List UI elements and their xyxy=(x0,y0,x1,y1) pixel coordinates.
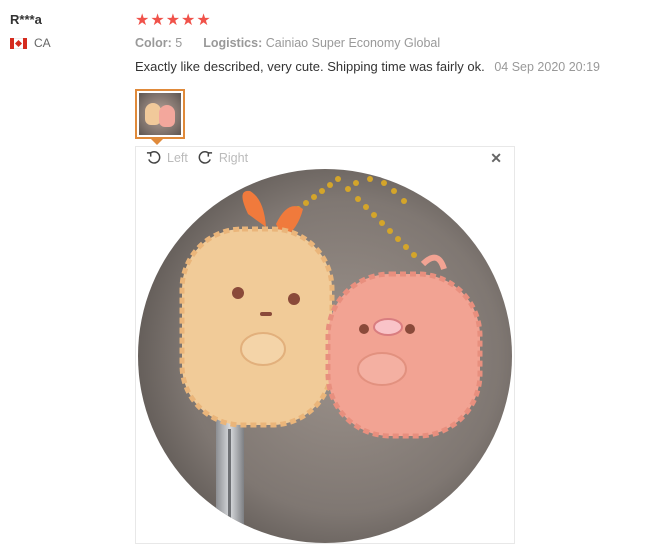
photo-viewer: Left Right ✕ xyxy=(135,146,515,544)
star-icon: ★ xyxy=(150,12,165,29)
star-icon: ★ xyxy=(135,12,150,29)
color-label: Color: xyxy=(135,36,172,50)
rotate-right-icon xyxy=(198,151,212,164)
review-meta: Color: 5 Logistics: Cainiao Super Econom… xyxy=(135,36,635,50)
viewer-controls: Left Right xyxy=(146,150,258,165)
review-text-row: Exactly like described, very cute. Shipp… xyxy=(135,59,635,74)
review-photo-image xyxy=(138,169,512,543)
rotate-left-label: Left xyxy=(167,150,188,165)
rotate-right-label: Right xyxy=(218,150,249,165)
canada-flag-icon xyxy=(10,37,27,49)
star-icon: ★ xyxy=(181,12,196,29)
reviewer-info: R***a CA xyxy=(10,12,51,50)
rotate-left-icon xyxy=(146,151,161,164)
reviewer-country: CA xyxy=(10,36,51,50)
thumbnail-pointer xyxy=(151,139,163,145)
review-date: 04 Sep 2020 20:19 xyxy=(494,60,600,74)
logistics-value: Cainiao Super Economy Global xyxy=(265,36,441,50)
logistics-label: Logistics: xyxy=(203,36,263,50)
review-photo-thumbnail[interactable] xyxy=(135,89,185,139)
review-text: Exactly like described, very cute. Shipp… xyxy=(135,59,485,74)
star-icon: ★ xyxy=(196,12,211,29)
review-photo xyxy=(138,169,512,543)
thumbnail-image xyxy=(139,93,181,135)
rating-stars: ★ ★ ★ ★ ★ xyxy=(135,12,635,30)
close-icon[interactable]: ✕ xyxy=(490,150,502,167)
review-body: ★ ★ ★ ★ ★ Color: 5 Logistics: Cainiao Su… xyxy=(135,12,635,75)
rotate-left-button[interactable]: Left xyxy=(146,150,188,165)
color-value: 5 xyxy=(175,36,183,50)
country-code: CA xyxy=(34,36,51,50)
reviewer-name: R***a xyxy=(10,12,42,27)
star-icon: ★ xyxy=(165,12,181,29)
rotate-right-button[interactable]: Right xyxy=(198,150,248,165)
